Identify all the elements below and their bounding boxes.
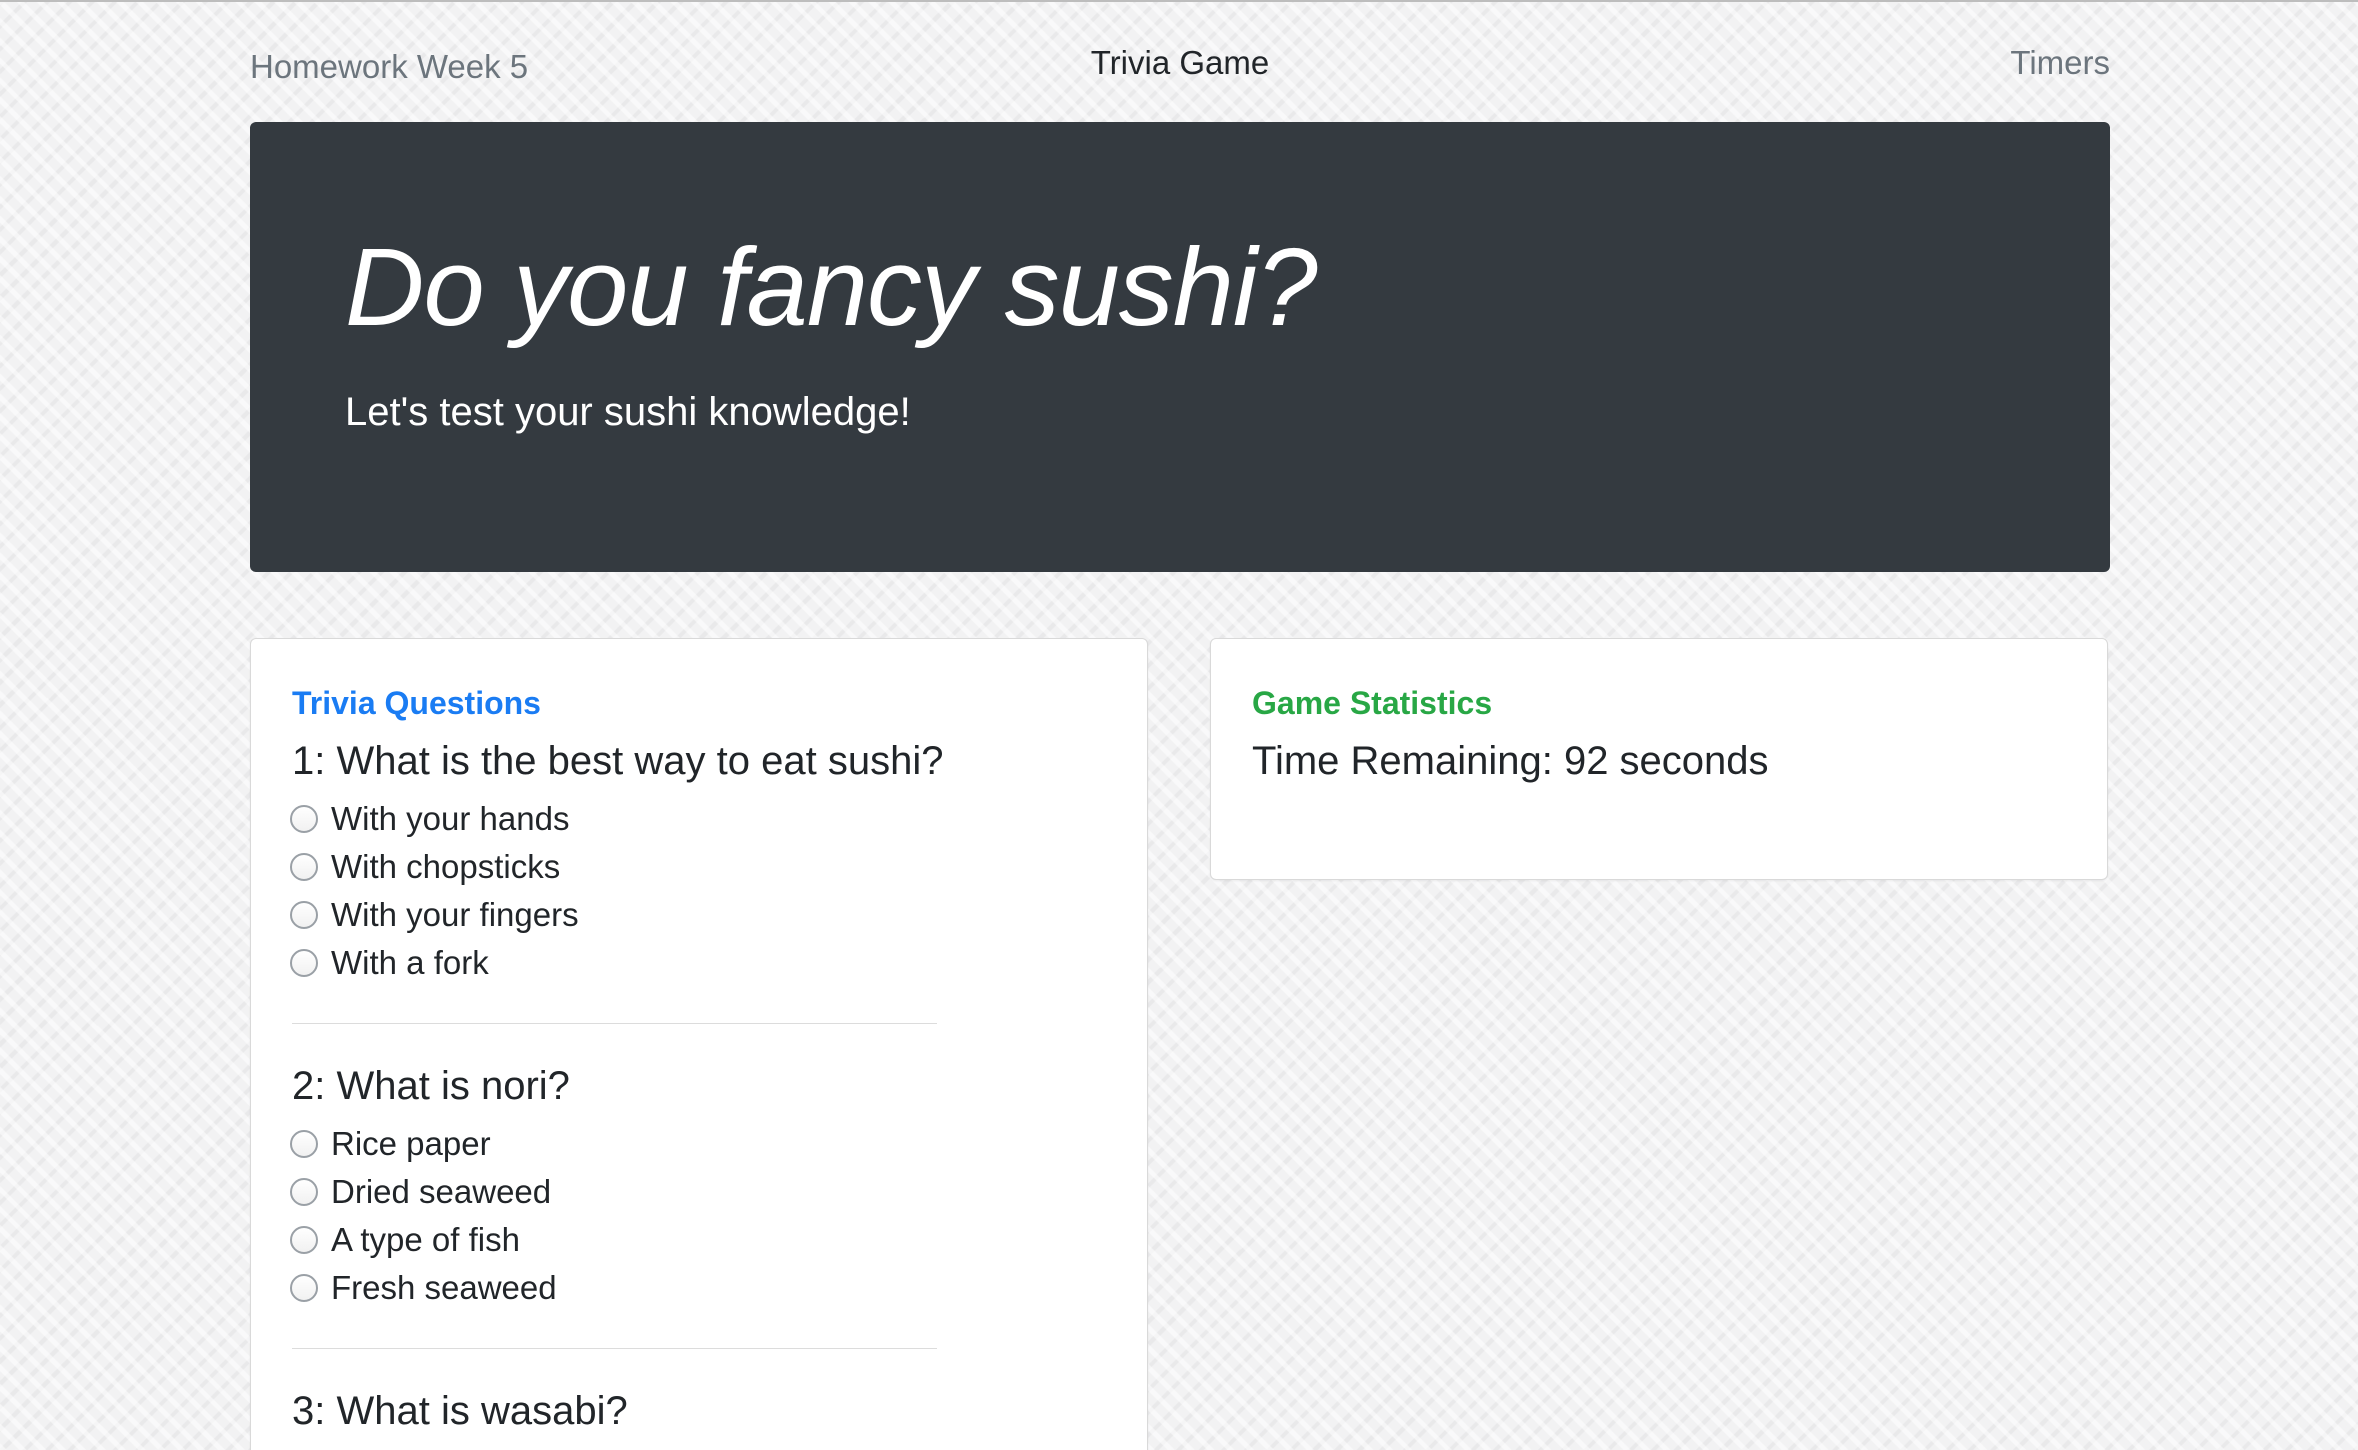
question-block: 2: What is nori? Rice paper Dried seawee… (290, 1056, 1106, 1312)
answer-label: With your fingers (331, 896, 579, 933)
trivia-card-body: Trivia Questions 1: What is the best way… (290, 685, 1106, 1445)
question-text: 3: What is wasabi? (292, 1389, 628, 1433)
radio-button[interactable] (290, 1178, 318, 1206)
answer-label: With a fork (331, 944, 489, 981)
timers-link[interactable]: Timers (2010, 44, 2110, 82)
page-container: Homework Week 5 Trivia Game Timers Do yo… (250, 2, 2110, 1450)
radio-button[interactable] (290, 901, 318, 929)
stats-card-title: Game Statistics (1252, 685, 1493, 721)
answer-list: Rice paper Dried seaweed A type of fish … (290, 1120, 1106, 1312)
answer-label: A type of fish (331, 1221, 520, 1258)
trivia-card-title: Trivia Questions (292, 685, 541, 721)
answer-label: With your hands (331, 800, 570, 837)
hero-jumbotron: Do you fancy sushi? Let's test your sush… (250, 122, 2110, 572)
radio-button[interactable] (290, 1274, 318, 1302)
stats-card-body: Game Statistics Time Remaining: 92 secon… (1252, 685, 2066, 795)
question-block: 3: What is wasabi? (292, 1381, 1106, 1445)
hero-heading: Do you fancy sushi? (345, 226, 1318, 349)
time-remaining: Time Remaining: 92 seconds (1252, 739, 1769, 783)
radio-button[interactable] (290, 949, 318, 977)
radio-button[interactable] (290, 805, 318, 833)
trivia-questions-card: Trivia Questions 1: What is the best way… (250, 638, 1148, 1450)
question-text: 2: What is nori? (292, 1064, 570, 1108)
answer-option[interactable]: Dried seaweed (290, 1168, 1106, 1216)
answer-option[interactable]: Rice paper (290, 1120, 1106, 1168)
answer-option[interactable]: With a fork (290, 939, 1106, 987)
answer-list: With your hands With chopsticks With you… (290, 795, 1106, 987)
answer-option[interactable]: A type of fish (290, 1216, 1106, 1264)
radio-button[interactable] (290, 1130, 318, 1158)
answer-label: Rice paper (331, 1125, 491, 1162)
answer-option[interactable]: With your fingers (290, 891, 1106, 939)
top-navbar: Homework Week 5 Trivia Game Timers (250, 2, 2110, 122)
question-divider (292, 1348, 937, 1349)
answer-option[interactable]: With your hands (290, 795, 1106, 843)
question-divider (292, 1023, 937, 1024)
answer-option[interactable]: With chopsticks (290, 843, 1106, 891)
answer-label: Dried seaweed (331, 1173, 552, 1210)
answer-label: Fresh seaweed (331, 1269, 557, 1306)
nav-title: Trivia Game (1090, 44, 1270, 81)
question-block: 1: What is the best way to eat sushi? Wi… (290, 731, 1106, 987)
question-text: 1: What is the best way to eat sushi? (292, 739, 944, 783)
answer-option[interactable]: Fresh seaweed (290, 1264, 1106, 1312)
answer-label: With chopsticks (331, 848, 561, 885)
hero-lead: Let's test your sushi knowledge! (345, 390, 911, 434)
radio-button[interactable] (290, 1226, 318, 1254)
radio-button[interactable] (290, 853, 318, 881)
game-statistics-card: Game Statistics Time Remaining: 92 secon… (1210, 638, 2108, 880)
